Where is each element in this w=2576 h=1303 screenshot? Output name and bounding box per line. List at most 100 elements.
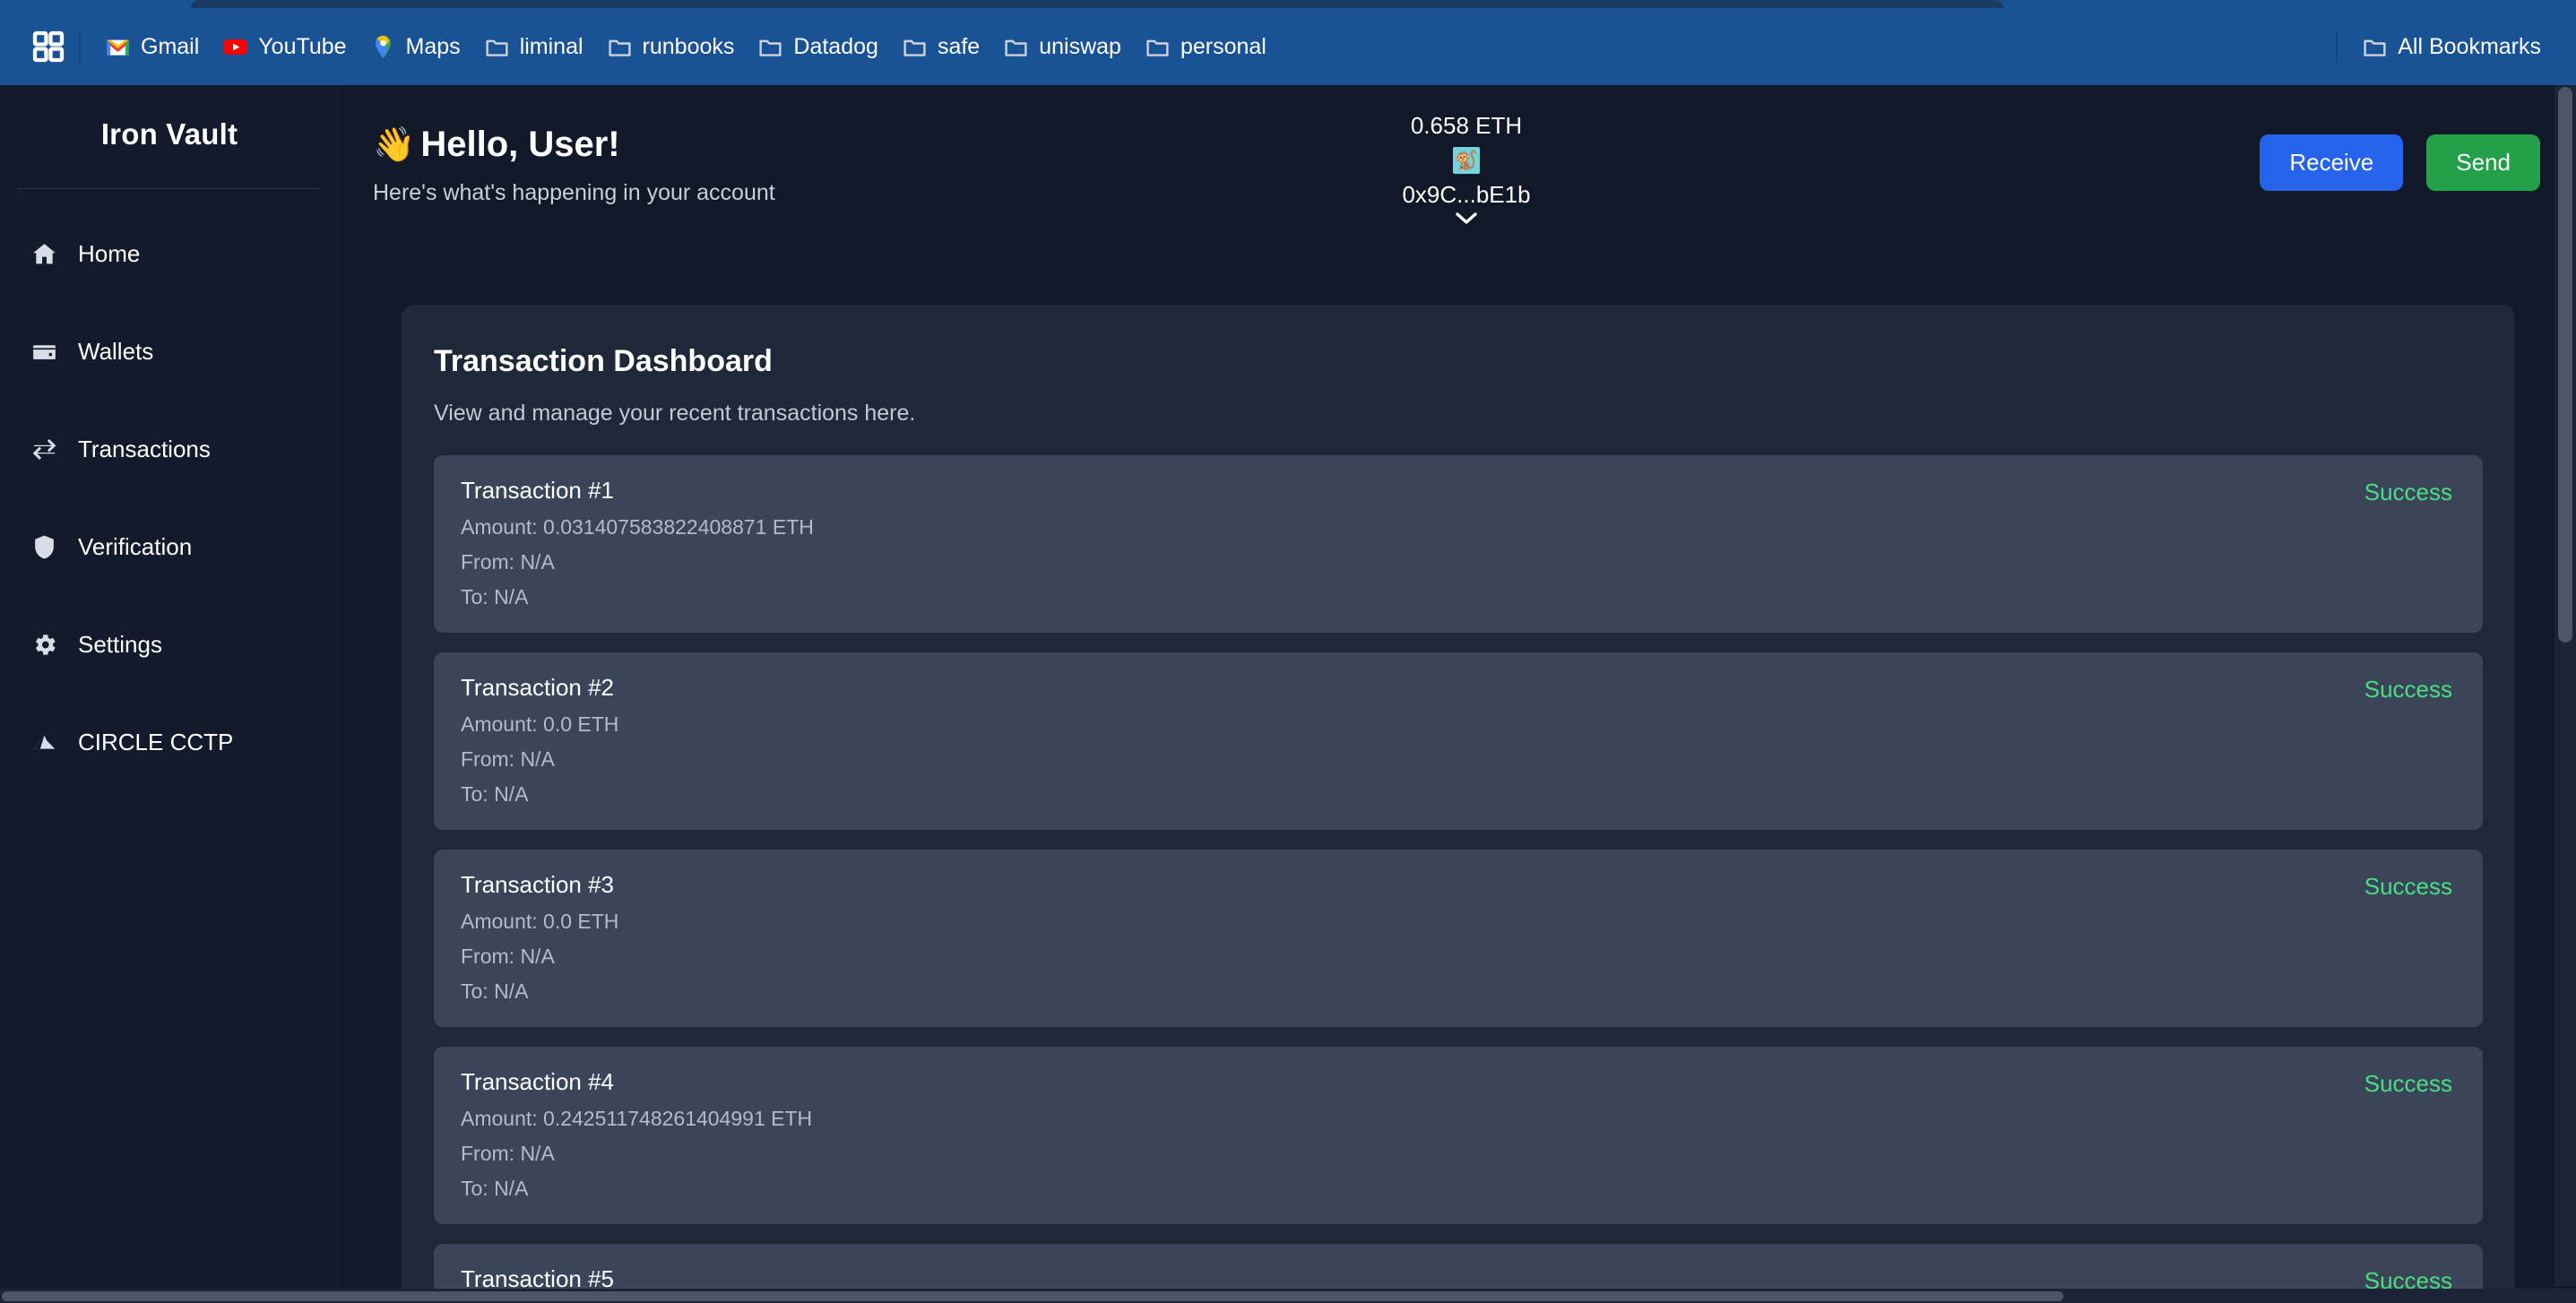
- page-title: 👋 Hello, User!: [373, 125, 775, 165]
- bookmarks-bar: Gmail YouTube Maps liminal runbooks Data…: [0, 8, 2576, 85]
- transaction-amount: Amount: 0.0 ETH: [461, 910, 619, 933]
- transaction-from: From: N/A: [461, 550, 555, 574]
- sidebar-nav: Home Wallets Transactions Verification S…: [0, 227, 339, 769]
- transaction-card[interactable]: Transaction #1 Amount: 0.031407583822408…: [434, 455, 2483, 633]
- horizontal-scrollbar[interactable]: [0, 1289, 2576, 1303]
- transaction-title: Transaction #4: [461, 1068, 615, 1095]
- transaction-title: Transaction #3: [461, 871, 615, 898]
- wallet-icon: [30, 338, 58, 366]
- bookmark-gmail[interactable]: Gmail: [93, 22, 211, 72]
- bookmark-label: YouTube: [258, 33, 347, 59]
- transaction-from: From: N/A: [461, 1142, 555, 1165]
- circle-cctp-icon: [30, 729, 58, 756]
- transaction-from: From: N/A: [461, 945, 555, 968]
- bookmark-uniswap[interactable]: uniswap: [991, 22, 1133, 72]
- folder-icon: [1003, 34, 1029, 60]
- sidebar-item-transactions[interactable]: Transactions: [0, 422, 339, 476]
- avatar: 🐒: [1453, 147, 1480, 174]
- sidebar-item-label: Transactions: [78, 435, 211, 462]
- bookmark-label: Maps: [405, 33, 461, 59]
- bookmark-personal[interactable]: personal: [1133, 22, 1278, 72]
- sidebar-divider: [18, 188, 321, 189]
- bookmark-label: uniswap: [1039, 33, 1121, 59]
- transaction-amount: Amount: 0.031407583822408871 ETH: [461, 515, 814, 539]
- account-summary[interactable]: 0.658 ETH 🐒 0x9C...bE1b: [1368, 112, 1565, 225]
- transfer-arrows-icon: [30, 436, 58, 463]
- bookmarks-separator-right: [2336, 30, 2338, 63]
- sidebar-item-home[interactable]: Home: [0, 227, 339, 280]
- vertical-scrollbar[interactable]: [2554, 85, 2576, 1286]
- bookmark-label: personal: [1180, 33, 1266, 59]
- sidebar-item-settings[interactable]: Settings: [0, 617, 339, 671]
- bookmarks-separator: [79, 30, 81, 63]
- gear-icon: [30, 631, 58, 659]
- wallet-address: 0x9C...bE1b: [1402, 181, 1531, 208]
- sidebar-item-wallets[interactable]: Wallets: [0, 324, 339, 378]
- status-badge: Success: [2364, 479, 2452, 505]
- bookmark-label: liminal: [519, 33, 583, 59]
- greeting-block: 👋 Hello, User! Here's what's happening i…: [373, 125, 775, 206]
- transaction-card[interactable]: Transaction #3 Amount: 0.0 ETH From: N/A…: [434, 850, 2483, 1027]
- avatar-emoji: 🐒: [1454, 150, 1479, 171]
- folder-icon: [1145, 34, 1171, 60]
- transaction-title: Transaction #1: [461, 477, 615, 504]
- sidebar-item-circle-cctp[interactable]: CIRCLE CCTP: [0, 715, 339, 769]
- sidebar: Iron Vault Home Wallets Transactions Ver…: [0, 85, 339, 1303]
- bookmark-label: runbooks: [642, 33, 735, 59]
- status-badge: Success: [2364, 676, 2452, 703]
- transaction-card[interactable]: Transaction #4 Amount: 0.242511748261404…: [434, 1047, 2483, 1224]
- folder-icon: [607, 34, 633, 60]
- send-button[interactable]: Send: [2426, 134, 2540, 191]
- transaction-dashboard-panel: Transaction Dashboard View and manage yo…: [402, 305, 2515, 1303]
- sidebar-item-label: CIRCLE CCTP: [78, 728, 234, 755]
- grid-apps-icon[interactable]: [23, 29, 66, 65]
- bookmark-label: Gmail: [141, 33, 200, 59]
- dashboard-title: Transaction Dashboard: [434, 344, 773, 378]
- bookmark-maps[interactable]: Maps: [359, 22, 472, 72]
- header-actions: Receive Send: [2260, 134, 2540, 191]
- transaction-to: To: N/A: [461, 979, 529, 1003]
- maps-favicon: [370, 34, 396, 60]
- transaction-list: Transaction #1 Amount: 0.031407583822408…: [434, 455, 2483, 1303]
- sidebar-item-label: Verification: [78, 532, 193, 560]
- bookmark-label: Datadog: [793, 33, 878, 59]
- app-title: Iron Vault: [100, 117, 238, 151]
- transaction-from: From: N/A: [461, 747, 555, 771]
- balance-amount: 0.658 ETH: [1410, 112, 1523, 139]
- gmail-favicon: [105, 34, 131, 60]
- folder-icon: [484, 34, 510, 60]
- bookmark-safe[interactable]: safe: [890, 22, 991, 72]
- transaction-amount: Amount: 0.242511748261404991 ETH: [461, 1107, 813, 1130]
- status-badge: Success: [2364, 873, 2452, 900]
- transaction-title: Transaction #2: [461, 674, 615, 701]
- transaction-card[interactable]: Transaction #2 Amount: 0.0 ETH From: N/A…: [434, 652, 2483, 830]
- transaction-to: To: N/A: [461, 1177, 529, 1200]
- main-content: 👋 Hello, User! Here's what's happening i…: [339, 85, 2576, 1303]
- page-header: 👋 Hello, User! Here's what's happening i…: [339, 85, 2576, 260]
- bookmark-label: safe: [937, 33, 981, 59]
- vertical-scrollbar-thumb[interactable]: [2558, 87, 2572, 643]
- chevron-down-icon[interactable]: [1455, 209, 1478, 225]
- greeting-text: Hello, User!: [420, 125, 620, 164]
- bookmark-liminal[interactable]: liminal: [472, 22, 595, 72]
- home-icon: [30, 240, 58, 268]
- transaction-to: To: N/A: [461, 782, 529, 806]
- status-badge: Success: [2364, 1070, 2452, 1097]
- browser-tab[interactable]: [191, 0, 2003, 8]
- sidebar-item-label: Wallets: [78, 337, 154, 365]
- horizontal-scrollbar-thumb[interactable]: [2, 1291, 2063, 1301]
- all-bookmarks-label: All Bookmarks: [2398, 33, 2541, 59]
- bookmark-runbooks[interactable]: runbooks: [595, 22, 747, 72]
- all-bookmarks-button[interactable]: All Bookmarks: [2350, 22, 2553, 72]
- sidebar-item-verification[interactable]: Verification: [0, 520, 339, 574]
- folder-icon: [902, 34, 928, 60]
- receive-button[interactable]: Receive: [2260, 134, 2404, 191]
- bookmark-youtube[interactable]: YouTube: [211, 22, 358, 72]
- greeting-subtitle: Here's what's happening in your account: [373, 180, 775, 205]
- bookmark-datadog[interactable]: Datadog: [746, 22, 890, 72]
- shield-icon: [30, 533, 58, 561]
- youtube-favicon: [222, 34, 248, 60]
- dashboard-subtitle: View and manage your recent transactions…: [434, 401, 916, 426]
- sidebar-item-label: Settings: [78, 630, 162, 658]
- waving-hand-icon: 👋: [373, 125, 416, 164]
